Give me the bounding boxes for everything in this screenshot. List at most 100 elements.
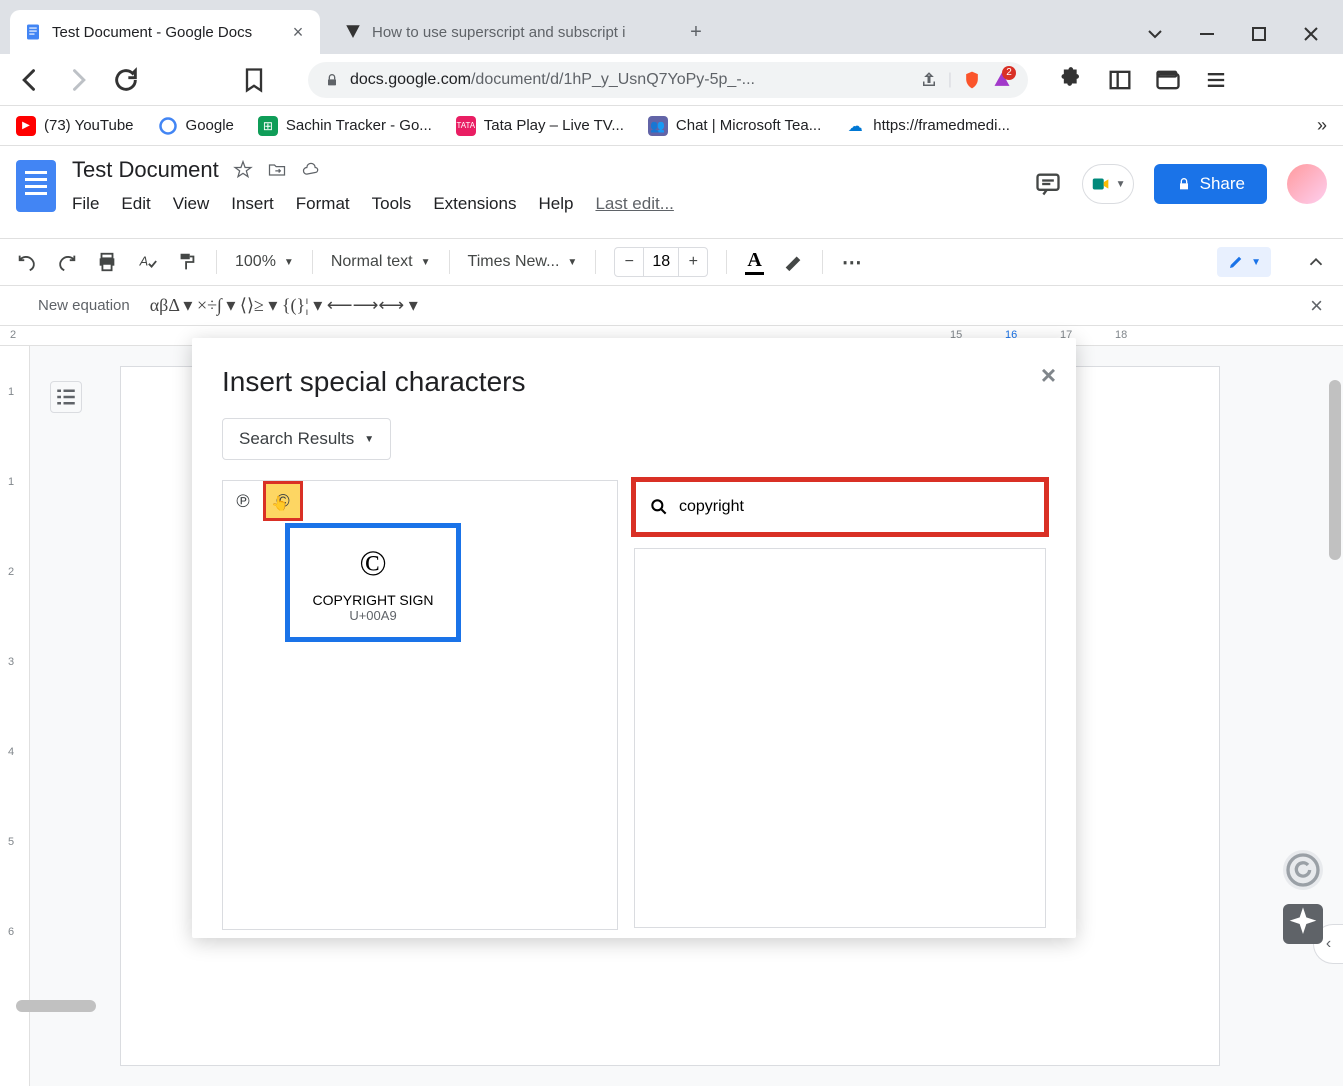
draw-character-box[interactable] [634,548,1046,928]
highlight-color-icon[interactable] [782,251,804,273]
new-equation-button[interactable]: New equation [38,297,130,314]
editing-mode-button[interactable]: ▼ [1217,247,1271,277]
spellcheck-icon[interactable]: A [136,251,158,273]
menu-format[interactable]: Format [296,194,350,214]
bookmark-item[interactable]: Google [158,116,234,136]
tooltip-name: COPYRIGHT SIGN [298,592,448,608]
print-icon[interactable] [96,251,118,273]
comments-icon[interactable] [1034,170,1062,198]
extensions-icon[interactable] [1058,66,1086,94]
menu-icon[interactable] [1202,66,1230,94]
explore-icon[interactable] [1283,904,1323,944]
menu-view[interactable]: View [173,194,210,214]
brave-rewards-icon[interactable]: 2 [992,70,1012,90]
address-bar-row: docs.google.com/document/d/1hP_y_UsnQ7Yo… [0,54,1343,106]
bookmark-item[interactable]: 👥Chat | Microsoft Tea... [648,116,821,136]
bookmark-page-icon[interactable] [240,66,268,94]
bookmark-item[interactable]: ⊞Sachin Tracker - Go... [258,116,432,136]
bookmark-item[interactable]: TATATata Play – Live TV... [456,116,624,136]
site-favicon-icon [344,23,362,41]
sidebar-icon[interactable] [1106,66,1134,94]
docs-header: Test Document File Edit View Insert Form… [0,146,1343,238]
font-size-decrease[interactable]: − [615,248,643,276]
more-tools-icon[interactable]: ⋯ [841,251,863,273]
vertical-ruler[interactable]: 1 1 2 3 4 5 6 [0,346,30,1086]
teams-icon: 👥 [648,116,668,136]
address-bar[interactable]: docs.google.com/document/d/1hP_y_UsnQ7Yo… [308,62,1028,98]
lock-icon [1176,176,1192,192]
docs-toolbar: A 100% ▼ Normal text ▼ Times New... ▼ − … [0,238,1343,286]
grammarly-icon[interactable] [1283,850,1323,890]
menu-file[interactable]: File [72,194,99,214]
tooltip-glyph: © [298,542,448,584]
font-size-stepper[interactable]: − + [614,247,708,277]
tataplay-icon: TATA [456,116,476,136]
maximize-icon[interactable] [1247,22,1271,46]
share-url-icon[interactable] [920,71,938,89]
close-window-icon[interactable] [1299,22,1323,46]
character-result-item[interactable]: ℗ [223,481,263,521]
character-tooltip: © COPYRIGHT SIGN U+00A9 [285,523,461,642]
menu-bar: File Edit View Insert Format Tools Exten… [72,194,1034,214]
special-characters-dialog: × Insert special characters Search Resul… [192,338,1076,938]
share-button[interactable]: Share [1154,164,1267,204]
tab-close-icon[interactable]: × [290,24,306,40]
character-search-input[interactable] [679,498,1031,516]
dialog-title: Insert special characters [192,338,1076,418]
menu-insert[interactable]: Insert [231,194,274,214]
bookmarks-bar: ▶(73) YouTube Google ⊞Sachin Tracker - G… [0,106,1343,146]
menu-help[interactable]: Help [538,194,573,214]
move-folder-icon[interactable] [267,160,287,180]
google-icon [158,116,178,136]
category-filter-dropdown[interactable]: Search Results ▼ [222,418,391,460]
last-edit-link[interactable]: Last edit... [595,194,673,214]
collapse-toolbar-icon[interactable] [1305,251,1327,273]
cloud-status-icon[interactable] [301,160,321,180]
youtube-icon: ▶ [16,116,36,136]
text-color-icon[interactable]: A [745,249,763,275]
user-avatar[interactable] [1287,164,1327,204]
extension-icons [1058,66,1230,94]
chevron-down-icon[interactable] [1143,22,1167,46]
new-tab-button[interactable]: + [680,16,712,48]
horizontal-scrollbar[interactable] [16,1000,96,1012]
wallet-icon[interactable] [1154,66,1182,94]
menu-edit[interactable]: Edit [121,194,150,214]
tab-active[interactable]: Test Document - Google Docs × [10,10,320,54]
vertical-scrollbar[interactable] [1329,380,1341,560]
font-size-increase[interactable]: + [679,248,707,276]
document-title[interactable]: Test Document [72,157,219,183]
paint-format-icon[interactable] [176,251,198,273]
font-size-input[interactable] [643,248,679,276]
close-equation-bar-icon[interactable]: × [1310,293,1323,319]
undo-icon[interactable] [16,251,38,273]
character-search-box[interactable] [634,480,1046,534]
meet-button[interactable]: ▼ [1082,164,1134,204]
menu-tools[interactable]: Tools [372,194,412,214]
sheets-icon: ⊞ [258,116,278,136]
menu-extensions[interactable]: Extensions [433,194,516,214]
bookmarks-overflow-icon[interactable]: » [1317,115,1327,136]
bookmark-item[interactable]: ▶(73) YouTube [16,116,134,136]
dialog-close-icon[interactable]: × [1041,360,1056,391]
tab-inactive[interactable]: How to use superscript and subscript i [330,10,670,54]
redo-icon[interactable] [56,251,78,273]
star-icon[interactable] [233,160,253,180]
document-outline-button[interactable] [50,381,82,413]
back-button[interactable] [16,66,44,94]
minimize-icon[interactable] [1195,22,1219,46]
lock-icon [324,72,340,88]
font-dropdown[interactable]: Times New... ▼ [468,253,578,271]
tab-title: Test Document - Google Docs [52,24,280,41]
bookmark-item[interactable]: ☁https://framedmedi... [845,116,1010,136]
style-dropdown[interactable]: Normal text ▼ [331,253,431,271]
forward-button[interactable] [64,66,92,94]
equation-symbols[interactable]: αβΔ ▾ ×÷∫ ▾ ⟨⟩≥ ▾ {(}¦ ▾ ⟵⟶⟷ ▾ [150,295,418,316]
zoom-dropdown[interactable]: 100% ▼ [235,253,294,271]
pencil-icon [1227,253,1245,271]
reload-button[interactable] [112,66,140,94]
docs-logo-icon[interactable] [16,160,56,212]
browser-tab-strip: Test Document - Google Docs × How to use… [0,0,1343,54]
brave-shield-icon[interactable] [962,70,982,90]
svg-text:A: A [139,254,149,269]
